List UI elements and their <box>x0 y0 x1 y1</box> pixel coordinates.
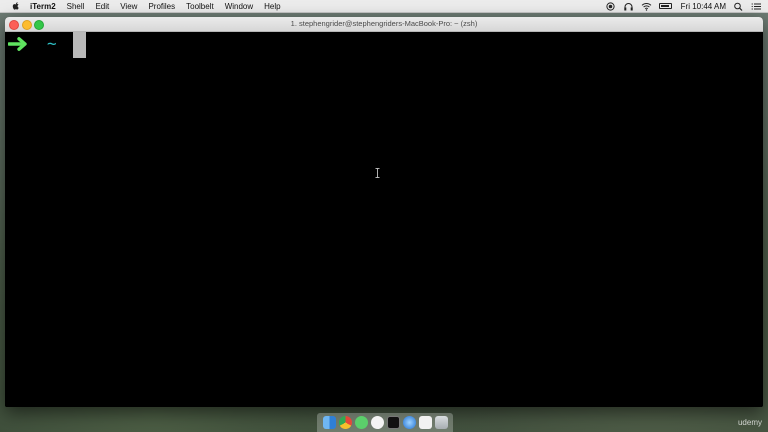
files-icon[interactable] <box>418 416 432 429</box>
menu-clock[interactable]: Fri 10:44 AM <box>681 2 726 11</box>
trash-icon[interactable] <box>434 416 448 429</box>
menu-edit[interactable]: Edit <box>95 2 109 11</box>
wifi-icon[interactable] <box>641 2 652 11</box>
terminal-cursor <box>73 32 86 58</box>
menu-bar: iTerm2 Shell Edit View Profiles Toolbelt… <box>0 0 768 13</box>
menu-toolbelt[interactable]: Toolbelt <box>186 2 214 11</box>
terminal-area[interactable]: ~ <box>5 32 763 407</box>
battery-icon[interactable] <box>658 3 672 9</box>
ibeam-cursor-icon <box>375 168 380 178</box>
menu-help[interactable]: Help <box>264 2 280 11</box>
list-icon[interactable] <box>751 2 762 11</box>
window-title: 1. stephengrider@stephengriders-MacBook-… <box>290 19 478 28</box>
menu-profiles[interactable]: Profiles <box>148 2 175 11</box>
prompt-directory: ~ <box>47 34 57 53</box>
apple-icon[interactable] <box>11 1 21 11</box>
search-icon[interactable] <box>733 2 744 11</box>
emoji-icon[interactable] <box>370 416 384 429</box>
udemy-watermark: udemy <box>737 418 762 427</box>
menu-shell[interactable]: Shell <box>67 2 85 11</box>
prompt-arrow-icon <box>8 37 27 51</box>
dock <box>317 413 453 432</box>
safari-icon[interactable] <box>402 416 416 429</box>
menu-view[interactable]: View <box>120 2 137 11</box>
iterm-window: 1. stephengrider@stephengriders-MacBook-… <box>5 17 763 407</box>
menu-app-name[interactable]: iTerm2 <box>30 2 56 11</box>
chrome-icon[interactable] <box>338 416 352 429</box>
terminal-icon[interactable] <box>386 416 400 429</box>
menu-window[interactable]: Window <box>225 2 253 11</box>
headphones-icon[interactable] <box>623 2 634 11</box>
window-titlebar[interactable]: 1. stephengrider@stephengriders-MacBook-… <box>5 17 763 32</box>
finder-icon[interactable] <box>322 416 336 429</box>
messages-icon[interactable] <box>354 416 368 429</box>
status-area: Fri 10:44 AM <box>605 0 762 12</box>
record-icon[interactable] <box>605 1 616 11</box>
